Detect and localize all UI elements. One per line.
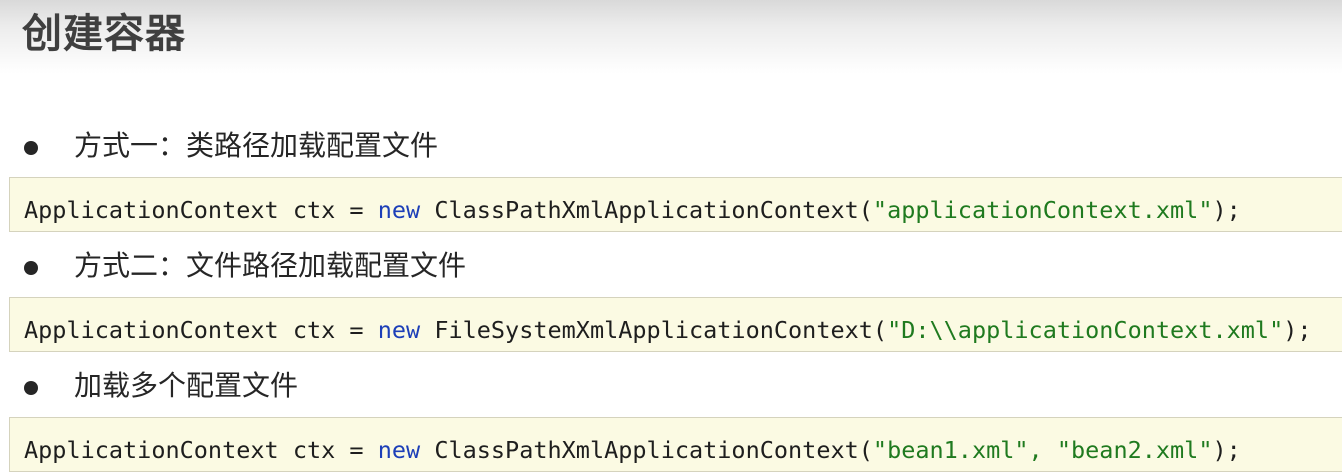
code-type: ApplicationContext bbox=[24, 436, 279, 464]
code-assign: ctx = bbox=[278, 316, 378, 344]
list-item: 加载多个配置文件 bbox=[0, 366, 1342, 406]
code-type: ApplicationContext bbox=[24, 196, 279, 224]
code-class-call: FileSystemXmlApplicationContext( bbox=[420, 316, 888, 344]
code-block: ApplicationContext ctx = new ClassPathXm… bbox=[9, 177, 1342, 232]
code-string-args: "D:\\applicationContext.xml" bbox=[887, 316, 1284, 344]
list-item-label: 方式二：文件路径加载配置文件 bbox=[74, 249, 467, 282]
code-block: ApplicationContext ctx = new FileSystemX… bbox=[9, 297, 1342, 352]
code-close: ); bbox=[1212, 196, 1241, 224]
code-keyword: new bbox=[377, 196, 421, 224]
code-type: ApplicationContext bbox=[24, 316, 279, 344]
list-item: 方式二：文件路径加载配置文件 bbox=[0, 246, 1342, 286]
code-class-call: ClassPathXmlApplicationContext( bbox=[420, 436, 873, 464]
page-title: 创建容器 bbox=[22, 11, 186, 57]
code-line: ApplicationContext ctx = new FileSystemX… bbox=[24, 313, 1312, 347]
list-item: 方式一：类路径加载配置文件 bbox=[0, 126, 1342, 166]
bullet-icon bbox=[24, 141, 38, 155]
code-line: ApplicationContext ctx = new ClassPathXm… bbox=[24, 433, 1241, 467]
code-close: ); bbox=[1283, 316, 1312, 344]
bullet-icon bbox=[24, 261, 38, 275]
code-string-args: "applicationContext.xml" bbox=[872, 196, 1213, 224]
code-close: ); bbox=[1212, 436, 1241, 464]
code-assign: ctx = bbox=[278, 196, 378, 224]
code-assign: ctx = bbox=[278, 436, 378, 464]
code-block: ApplicationContext ctx = new ClassPathXm… bbox=[9, 417, 1342, 472]
code-class-call: ClassPathXmlApplicationContext( bbox=[420, 196, 873, 224]
code-string-args: "bean1.xml", "bean2.xml" bbox=[872, 436, 1213, 464]
list-item-label: 方式一：类路径加载配置文件 bbox=[74, 129, 439, 162]
list-item-label: 加载多个配置文件 bbox=[74, 369, 299, 402]
bullet-icon bbox=[24, 381, 38, 395]
code-keyword: new bbox=[377, 436, 421, 464]
code-keyword: new bbox=[377, 316, 421, 344]
header-bar: 创建容器 bbox=[0, 0, 1342, 74]
code-line: ApplicationContext ctx = new ClassPathXm… bbox=[24, 193, 1241, 227]
